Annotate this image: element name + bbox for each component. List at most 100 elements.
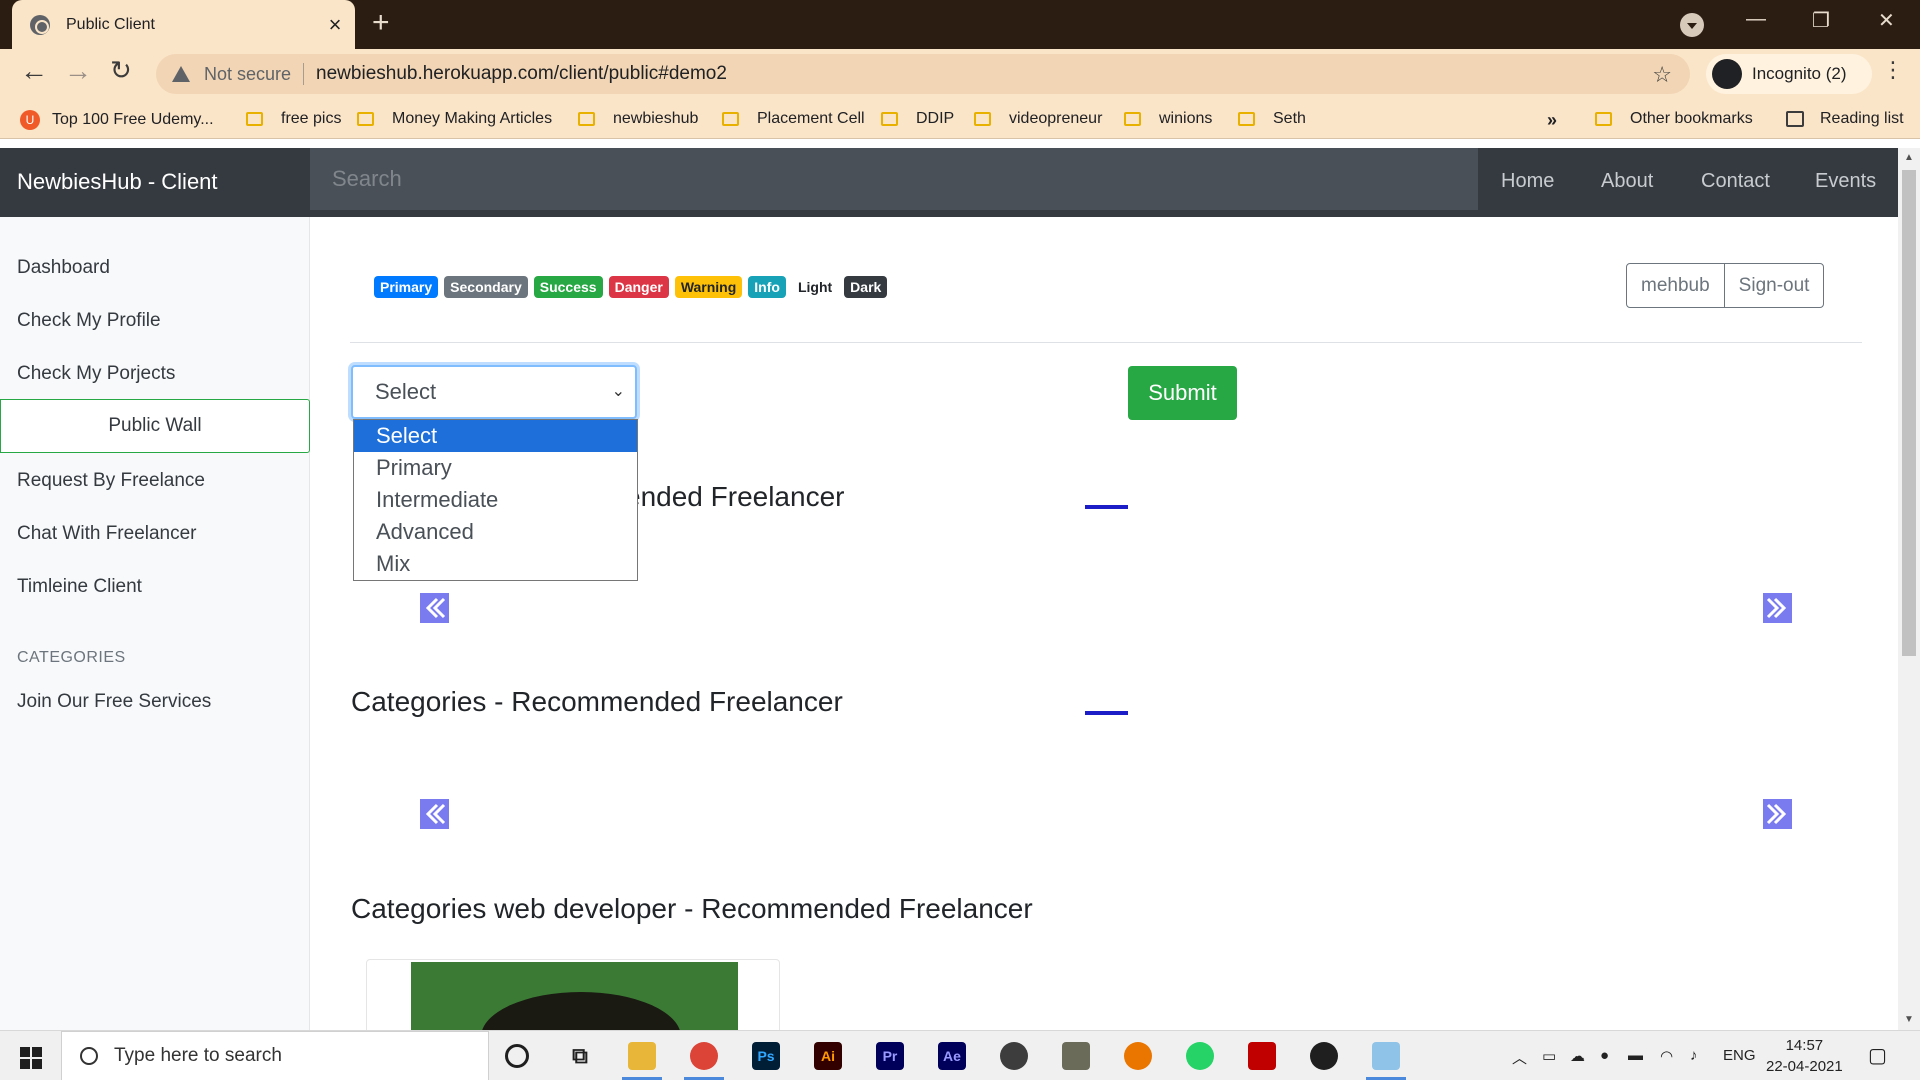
badge-primary: Primary bbox=[374, 276, 439, 298]
nav-link-contact[interactable]: Contact bbox=[1701, 170, 1770, 193]
back-arrow-icon[interactable]: ← bbox=[20, 57, 48, 85]
select-option-primary[interactable]: Primary bbox=[354, 452, 637, 484]
gimp-icon[interactable] bbox=[1062, 1042, 1090, 1070]
meet-now-icon[interactable]: ▭ bbox=[1542, 1047, 1556, 1065]
submit-button[interactable]: Submit bbox=[1128, 366, 1237, 420]
incognito-indicator[interactable]: Incognito (2) bbox=[1706, 54, 1872, 94]
task-view-icon[interactable]: ⧉ bbox=[566, 1042, 594, 1070]
sidebar-item-profile[interactable]: Check My Profile bbox=[17, 310, 161, 332]
blue-app-icon[interactable] bbox=[1372, 1042, 1400, 1070]
illustrator-icon[interactable]: Ai bbox=[814, 1042, 842, 1070]
wifi-icon[interactable]: ◠ bbox=[1660, 1047, 1673, 1065]
security-label[interactable]: Not secure bbox=[204, 64, 291, 85]
nav-link-events[interactable]: Events bbox=[1815, 170, 1876, 193]
sidebar-item-request[interactable]: Request By Freelance bbox=[17, 470, 205, 492]
bookmark-newbieshub[interactable]: newbieshub bbox=[578, 110, 698, 128]
select-option-intermediate[interactable]: Intermediate bbox=[354, 484, 637, 516]
badge-row: Primary Secondary Success Danger Warning… bbox=[374, 276, 888, 298]
system-clock[interactable]: 14:57 22-04-2021 bbox=[1766, 1035, 1843, 1077]
windows-start-icon[interactable] bbox=[20, 1047, 42, 1069]
forward-arrow-icon[interactable]: → bbox=[64, 57, 92, 85]
browser-menu-icon[interactable]: ⋮ bbox=[1882, 59, 1904, 81]
red-app-icon[interactable] bbox=[1248, 1042, 1276, 1070]
tab-search-icon[interactable] bbox=[1680, 13, 1704, 37]
bookmark-videopreneur[interactable]: videopreneur bbox=[974, 110, 1102, 128]
premiere-icon[interactable]: Pr bbox=[876, 1042, 904, 1070]
carousel-prev-arrow-icon[interactable] bbox=[420, 799, 449, 829]
scroll-up-arrow-icon[interactable]: ▲ bbox=[1904, 152, 1914, 163]
language-indicator[interactable]: ENG bbox=[1723, 1047, 1756, 1064]
badge-success: Success bbox=[533, 276, 603, 298]
taskbar-search[interactable]: Type here to search bbox=[61, 1031, 489, 1080]
carousel-next-arrow-icon[interactable] bbox=[1763, 799, 1792, 829]
other-bookmarks[interactable]: Other bookmarks bbox=[1595, 110, 1753, 128]
scroll-down-arrow-icon[interactable]: ▼ bbox=[1904, 1014, 1914, 1025]
select-option-mix[interactable]: Mix bbox=[354, 548, 637, 580]
site-brand[interactable]: NewbiesHub - Client bbox=[17, 169, 218, 195]
freelancer-card[interactable] bbox=[366, 959, 780, 1030]
photo-subject bbox=[481, 992, 681, 1030]
inkscape-icon[interactable] bbox=[1000, 1042, 1028, 1070]
bookmark-placement-cell[interactable]: Placement Cell bbox=[722, 110, 865, 128]
notifications-icon[interactable]: ▢ bbox=[1868, 1043, 1887, 1068]
folder-icon bbox=[357, 112, 374, 126]
microphone-icon[interactable]: ● bbox=[1600, 1047, 1609, 1064]
blender-icon[interactable] bbox=[1124, 1042, 1152, 1070]
tab-close-icon[interactable]: × bbox=[323, 13, 347, 36]
sidebar-item-free-services[interactable]: Join Our Free Services bbox=[17, 691, 211, 713]
photoshop-icon[interactable]: Ps bbox=[752, 1042, 780, 1070]
select-option-advanced[interactable]: Advanced bbox=[354, 516, 637, 548]
sidebar-item-projects[interactable]: Check My Porjects bbox=[17, 363, 175, 385]
bookmark-winions[interactable]: winions bbox=[1124, 110, 1212, 128]
bookmark-star-icon[interactable]: ☆ bbox=[1652, 62, 1672, 88]
select-option-select[interactable]: Select bbox=[354, 420, 637, 452]
url-divider bbox=[303, 63, 305, 85]
tray-overflow-icon[interactable]: ︿ bbox=[1512, 1047, 1527, 1068]
level-select[interactable]: Select ⌄ bbox=[351, 365, 637, 419]
bookmark-money-making[interactable]: Money Making Articles bbox=[357, 110, 552, 128]
nav-link-home[interactable]: Home bbox=[1501, 170, 1554, 193]
cortana-icon[interactable] bbox=[505, 1044, 529, 1068]
bookmark-free-pics[interactable]: free pics bbox=[246, 110, 341, 128]
udemy-icon: U bbox=[20, 110, 40, 130]
sidebar-item-timeline[interactable]: Timleine Client bbox=[17, 576, 142, 598]
address-bar[interactable]: Not secure newbieshub.herokuapp.com/clie… bbox=[156, 54, 1690, 94]
url-text[interactable]: newbieshub.herokuapp.com/client/public#d… bbox=[316, 63, 727, 85]
restore-button[interactable]: ❐ bbox=[1812, 8, 1830, 33]
carousel-indicator[interactable] bbox=[1085, 711, 1128, 715]
carousel-next-arrow-icon[interactable] bbox=[1763, 593, 1792, 623]
reading-list[interactable]: Reading list bbox=[1786, 110, 1904, 128]
chrome-icon[interactable] bbox=[690, 1042, 718, 1070]
signout-button[interactable]: Sign-out bbox=[1723, 263, 1825, 308]
bookmark-udemy[interactable]: U Top 100 Free Udemy... bbox=[20, 110, 214, 130]
clock-date: 22-04-2021 bbox=[1766, 1058, 1843, 1075]
browser-tab[interactable]: Public Client × bbox=[12, 0, 355, 49]
file-explorer-icon[interactable] bbox=[628, 1042, 656, 1070]
sidebar-item-public-wall[interactable]: Public Wall bbox=[0, 399, 310, 453]
username-button[interactable]: mehbub bbox=[1626, 263, 1725, 308]
whatsapp-icon[interactable] bbox=[1186, 1042, 1214, 1070]
bookmark-seth[interactable]: Seth bbox=[1238, 110, 1306, 128]
search-input[interactable] bbox=[310, 148, 1478, 210]
sidebar-item-chat[interactable]: Chat With Freelancer bbox=[17, 523, 197, 545]
page-scrollbar[interactable]: ▲ ▼ bbox=[1898, 148, 1920, 1030]
onedrive-icon[interactable]: ☁ bbox=[1570, 1047, 1585, 1065]
folder-icon bbox=[578, 112, 595, 126]
folder-icon bbox=[974, 112, 991, 126]
carousel-indicator[interactable] bbox=[1085, 505, 1128, 509]
sidebar-item-dashboard[interactable]: Dashboard bbox=[17, 257, 110, 279]
bookmark-ddip[interactable]: DDIP bbox=[881, 110, 954, 128]
after-effects-icon[interactable]: Ae bbox=[938, 1042, 966, 1070]
scrollbar-thumb[interactable] bbox=[1902, 170, 1916, 656]
level-select-value: Select bbox=[375, 379, 437, 404]
reload-icon[interactable]: ↻ bbox=[110, 57, 132, 83]
carousel-prev-arrow-icon[interactable] bbox=[420, 593, 449, 623]
new-tab-button[interactable]: + bbox=[372, 8, 390, 38]
battery-icon[interactable]: ▬ bbox=[1628, 1047, 1643, 1064]
nav-link-about[interactable]: About bbox=[1601, 170, 1653, 193]
bookmarks-overflow-button[interactable]: » bbox=[1547, 110, 1557, 131]
volume-icon[interactable]: ♪ bbox=[1690, 1047, 1698, 1064]
close-window-button[interactable]: ✕ bbox=[1878, 8, 1895, 33]
xbox-icon[interactable] bbox=[1310, 1042, 1338, 1070]
minimize-button[interactable]: — bbox=[1746, 8, 1766, 31]
